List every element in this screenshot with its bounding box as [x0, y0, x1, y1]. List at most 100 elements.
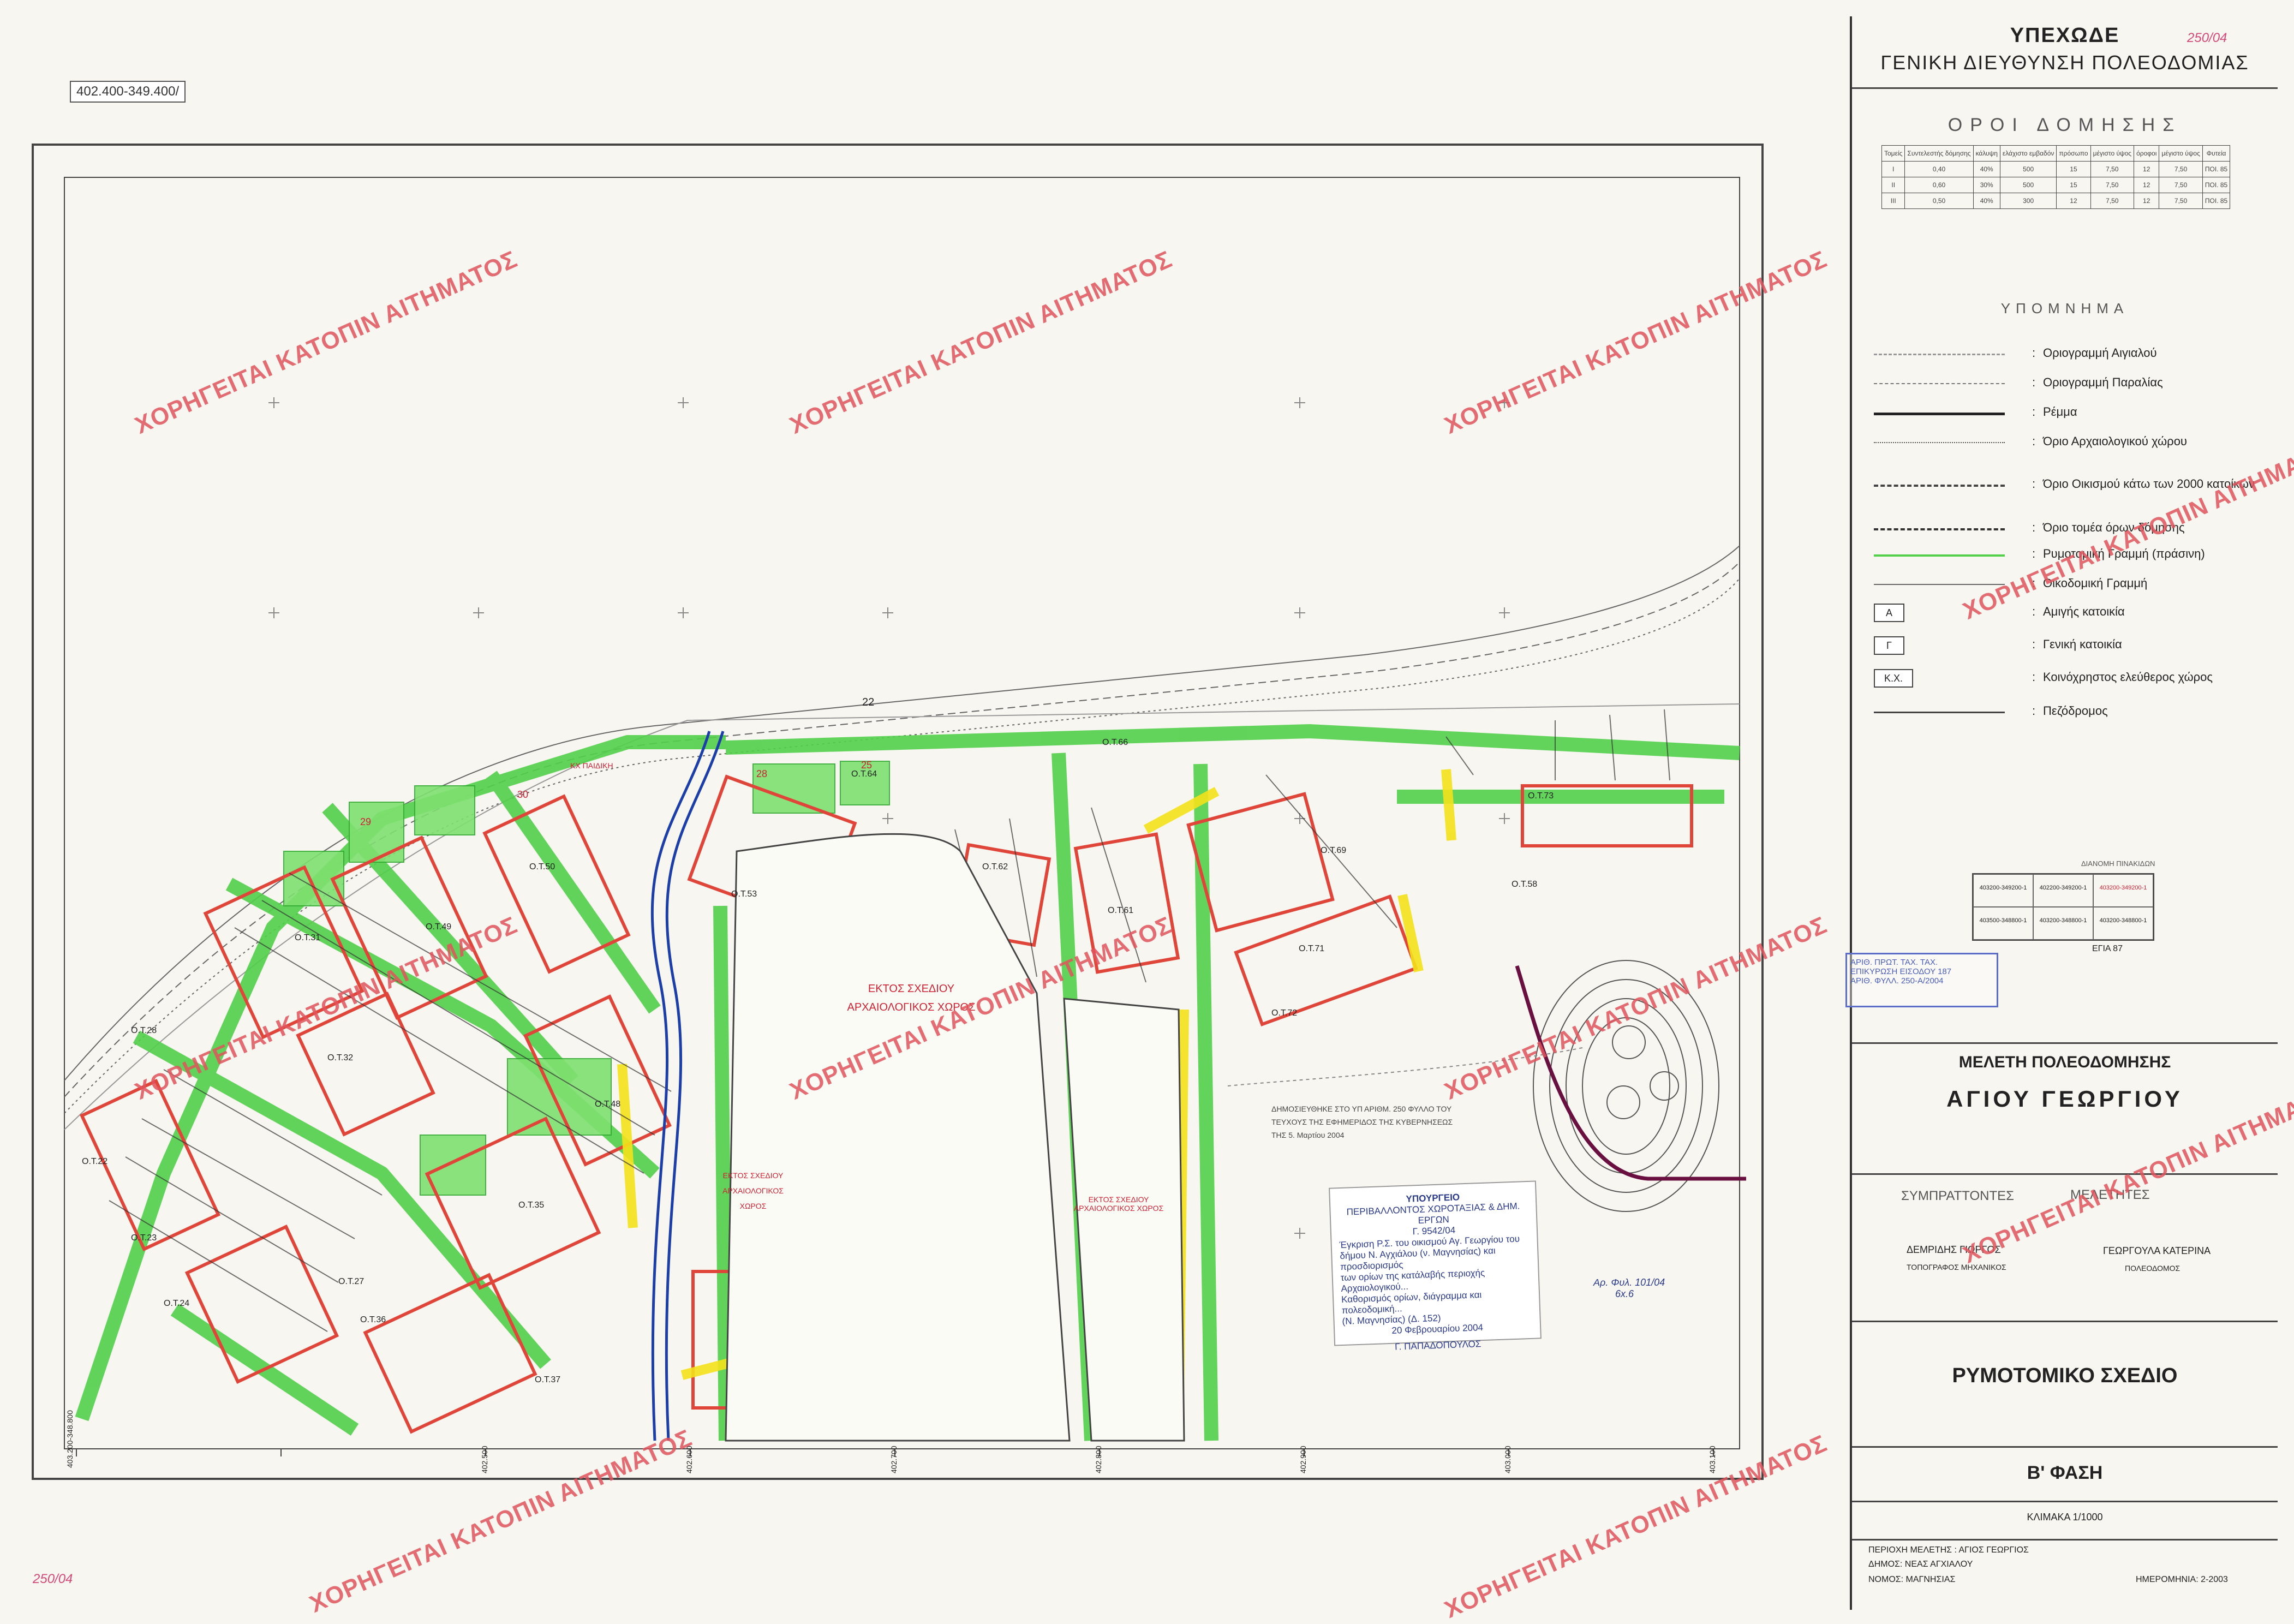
archaeo-label-small-1: ΕΚΤΟΣ ΣΧΕΔΙΟΥ: [722, 1171, 784, 1180]
table-header: Τομείς: [1881, 145, 1905, 162]
phase-label: Β' ΦΑΣΗ: [2027, 1462, 2103, 1483]
handwritten-line-1: Αρ. Φυλ. 101/04: [1593, 1277, 1665, 1288]
table-cell: 12: [2134, 177, 2160, 193]
block-label: Ο.Τ.22: [82, 1157, 108, 1166]
table-cell: ΠΟΙ. 85: [2202, 161, 2231, 177]
table-row: I 0,40 40% 500 15 7,50 12 7,50 ΠΟΙ. 85: [1881, 161, 2231, 177]
legend-item: : Πεζόδρομος: [1874, 702, 2267, 724]
block-label: Ο.Τ.58: [1512, 880, 1538, 889]
table-cell: 500: [1999, 177, 2057, 193]
stamp-line: ΑΡΙΘ. ΠΡΩΤ. ΤΑΧ. ΤΑΧ.: [1850, 958, 1938, 967]
table-cell: 7,50: [2159, 193, 2203, 209]
block-label: Ο.Τ.62: [982, 862, 1008, 871]
block-label: Ο.Τ.48: [595, 1100, 621, 1109]
legend-label: Κοινόχρηστος ελεύθερος χώρος: [2043, 670, 2213, 684]
table-cell: 7,50: [2090, 161, 2135, 177]
table-cell: 15: [2056, 161, 2091, 177]
gazette-line-1: ΔΗΜΟΣΙΕΥΘΗΚΕ ΣΤΟ ΥΠ ΑΡΙΘΜ. 250 ΦΥΛΛΟ ΤΟΥ: [1271, 1104, 1452, 1113]
archaeo-label-main-1: ΕΚΤΟΣ ΣΧΕΔΙΟΥ: [868, 983, 955, 995]
table-row: III 0,50 40% 300 12 7,50 12 7,50 ΠΟΙ. 85: [1881, 193, 2231, 209]
green-number: 28: [756, 768, 768, 779]
block-label: Ο.Τ.35: [518, 1201, 545, 1210]
table-cell: 15: [2056, 177, 2091, 193]
date-label: ΗΜΕΡΟΜΗΝΙΑ: 2-2003: [2136, 1575, 2228, 1584]
legend-item: : Όριο Αρχαιολογικού χώρου: [1874, 432, 2267, 454]
table-cell: 0,60: [1904, 177, 1974, 193]
table-cell: 12: [2134, 193, 2160, 209]
legend-label: Αμιγής κατοικία: [2043, 605, 2125, 618]
block-label: Ο.Τ.37: [535, 1375, 561, 1384]
legend-label: Πεζόδρομος: [2043, 704, 2108, 718]
block-label: Ο.Τ.72: [1271, 1008, 1298, 1018]
legend-symbol: [1874, 383, 2005, 384]
sheet-index-cell: 403200-349200-1: [1973, 874, 2033, 907]
block-label: Ο.Τ.73: [1528, 791, 1554, 801]
handwritten-note: Αρ. Φυλ. 101/04 6x.6: [1593, 1277, 1665, 1300]
study-place: ΑΓΙΟΥ ΓΕΩΡΓΙΟΥ: [1946, 1086, 2183, 1112]
legend-item: Κ.Χ. : Κοινόχρηστος ελεύθερος χώρος: [1874, 668, 2267, 690]
coordinate-label: 402.400-349.400/: [70, 81, 186, 103]
title-block: ΥΠΕΧΩΔΕ ΓΕΝΙΚΗ ΔΙΕΥΘΥΝΣΗ ΠΟΛΕΟΔΟΜΙΑΣ ΟΡΟ…: [1850, 16, 2278, 1610]
table-cell: 40%: [1973, 161, 2000, 177]
building-terms-title: ΟΡΟΙ ΔΟΜΗΣΗΣ: [1947, 115, 2182, 135]
ministry-title: ΥΠΕΧΩΔΕ: [2010, 24, 2120, 47]
legend-symbol: A: [1874, 604, 1904, 622]
sheet-index-cell: 403200-348800-1: [2033, 907, 2093, 940]
table-cell: 0,50: [1904, 193, 1974, 209]
approval-stamp: ΥΠΟΥΡΓΕΙΟ ΠΕΡΙΒΑΛΛΟΝΤΟΣ ΧΩΡΟΤΑΞΙΑΣ & ΔΗΜ…: [1329, 1180, 1542, 1352]
stamp-line: ΕΠΙΚΥΡΩΣΗ ΕΙΣΟΔΟΥ 187: [1850, 967, 1952, 976]
block-label: Ο.Τ.69: [1321, 846, 1347, 855]
table-header: όροφοι: [2134, 145, 2160, 162]
sheet-index-cell: 403200-348800-1: [2093, 907, 2153, 940]
designer-2-role: ΠΟΛΕΟΔΟΜΟΣ: [2125, 1264, 2181, 1273]
divider: [1852, 87, 2278, 89]
sheet-index-caption: ΕΓΙΑ 87: [2092, 944, 2123, 953]
kx-label: ΚΧ ΠΑΙΔΙΚΗ: [570, 761, 613, 770]
block-label: Ο.Τ.31: [295, 933, 321, 942]
block-label: Ο.Τ.50: [529, 862, 555, 871]
table-cell: 7,50: [2159, 177, 2203, 193]
x-coord: 403.000: [1503, 1446, 1512, 1473]
block-label: Ο.Τ.49: [426, 922, 452, 932]
table-header: μέγιστο ύψος: [2159, 145, 2203, 162]
road-number: 22: [862, 696, 875, 708]
sheet-index-title: ΔΙΑΝΟΜΗ ΠΙΝΑΚΙΔΩΝ: [2081, 859, 2155, 868]
legend-item: : Όριο τομέα όρων δόμησης: [1874, 518, 2267, 540]
table-cell: I: [1881, 161, 1905, 177]
table-header: Φυτεία: [2202, 145, 2231, 162]
block-label: Ο.Τ.53: [731, 889, 757, 899]
table-cell: 7,50: [2159, 161, 2203, 177]
block-label: Ο.Τ.66: [1102, 738, 1128, 747]
legend-label: Οριογραμμή Αιγιαλού: [2043, 346, 2157, 360]
block-label: Ο.Τ.24: [164, 1299, 190, 1308]
table-cell: 300: [1999, 193, 2057, 209]
sheet-index-cell: 402200-349200-1: [2033, 874, 2093, 907]
x-coord: 402.700: [889, 1446, 898, 1473]
block-label: Ο.Τ.61: [1108, 906, 1134, 915]
stamp-line: ΑΡΙΘ. ΦΥΛΛ. 250-Α/2004: [1850, 976, 1944, 986]
gazette-line-3: ΤΗΣ 5. Μαρτίου 2004: [1271, 1131, 1345, 1139]
table-cell: 12: [2056, 193, 2091, 209]
x-coord: 403.100: [1708, 1446, 1717, 1473]
legend-item: A : Αμιγής κατοικία: [1874, 602, 2267, 624]
table-header-row: Τομείς Συντελεστής δόμησης κάλυψη ελάχισ…: [1881, 145, 2231, 162]
legend-symbol: Κ.Χ.: [1874, 669, 1913, 688]
sheet-index-cell: 403200-349200-1: [2093, 874, 2153, 907]
legend-label: Ρέμμα: [2043, 405, 2077, 419]
table-cell: II: [1881, 177, 1905, 193]
study-title: ΜΕΛΕΤΗ ΠΟΛΕΟΔΟΜΗΣΗΣ: [1958, 1053, 2171, 1071]
legend-symbol: [1874, 554, 2005, 557]
scale-label: ΚΛΙΜΑΚΑ 1/1000: [2027, 1512, 2103, 1522]
table-cell: ΠΟΙ. 85: [2202, 177, 2231, 193]
block-label: Ο.Τ.71: [1299, 944, 1325, 953]
legend-label: Οριογραμμή Παραλίας: [2043, 375, 2163, 389]
divider: [1852, 1042, 2278, 1044]
municipality-label: ΔΗΜΟΣ: ΝΕΑΣ ΑΓΧΙΑΛΟΥ: [1868, 1560, 1973, 1569]
table-header: κάλυψη: [1973, 145, 2000, 162]
legend-label: Όριο Αρχαιολογικού χώρου: [2043, 434, 2187, 448]
legend-item: : Οριογραμμή Αιγιαλού: [1874, 344, 2267, 366]
archaeo-label-small-2: ΑΡΧΑΙΟΛΟΓΙΚΟΣ ΧΩΡΟΣ: [722, 1186, 784, 1210]
legend-symbol: [1874, 528, 2005, 530]
directorate-title: ΓΕΝΙΚΗ ΔΙΕΥΘΥΝΣΗ ΠΟΛΕΟΔΟΜΙΑΣ: [1880, 51, 2249, 74]
legend-symbol: [1874, 712, 2005, 713]
